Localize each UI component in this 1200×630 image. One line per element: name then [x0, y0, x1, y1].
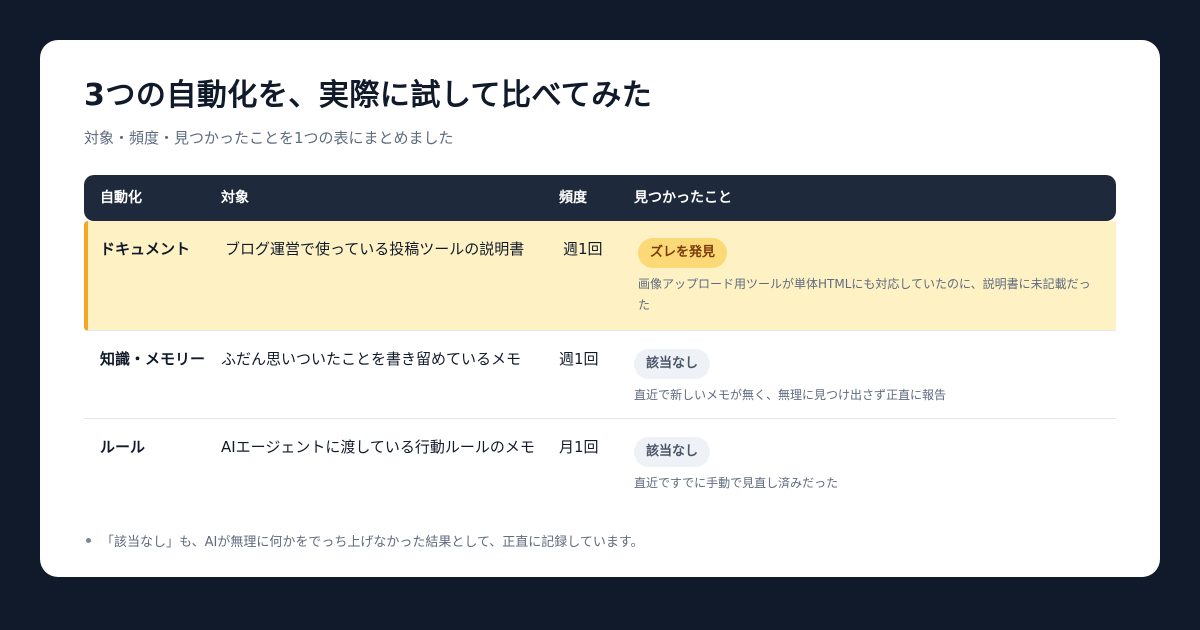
row-target: ブログ運営で使っている投稿ツールの説明書 — [225, 240, 525, 258]
row-automation-name: ドキュメント — [100, 240, 191, 258]
row-frequency: 週1回 — [559, 350, 599, 368]
table-row: ルール AIエージェントに渡している行動ルールのメモ 月1回 該当なし 直近です… — [84, 419, 1116, 507]
page-title: 3つの自動化を、実際に試して比べてみた — [84, 78, 653, 113]
header-frequency: 頻度 — [559, 190, 587, 206]
row-note: 画像アップロード用ツールが単体HTMLにも対応していたのに、説明書に未記載だった — [638, 277, 1091, 312]
header-findings: 見つかったこと — [634, 190, 732, 206]
table-header: 自動化 対象 頻度 見つかったこと — [84, 175, 1116, 221]
header-automation: 自動化 — [100, 190, 142, 206]
footnote: 「該当なし」も、AIが無理に何かをでっち上げなかった結果として、正直に記録してい… — [84, 531, 1116, 550]
row-findings: 該当なし 直近で新しいメモが無く、無理に見つけ出さず正直に報告 — [634, 349, 1116, 406]
row-target: AIエージェントに渡している行動ルールのメモ — [221, 438, 535, 456]
row-target: ふだん思いついたことを書き留めているメモ — [221, 350, 522, 368]
row-frequency: 月1回 — [559, 438, 599, 456]
content-card: 3つの自動化を、実際に試して比べてみた 対象・頻度・見つかったことを1つの表にま… — [40, 40, 1160, 577]
row-frequency: 週1回 — [563, 240, 603, 258]
row-findings: 該当なし 直近ですでに手動で見直し済みだった — [634, 437, 1116, 494]
row-findings: ズレを発見 画像アップロード用ツールが単体HTMLにも対応していたのに、説明書に… — [638, 238, 1116, 316]
row-automation-name: ルール — [100, 438, 146, 456]
bullet-icon — [86, 538, 91, 543]
row-note: 直近ですでに手動で見直し済みだった — [634, 476, 839, 490]
status-badge: ズレを発見 — [638, 238, 728, 268]
header-target: 対象 — [221, 190, 249, 206]
status-badge: 該当なし — [634, 437, 711, 467]
footnote-text: 「該当なし」も、AIが無理に何かをでっち上げなかった結果として、正直に記録してい… — [101, 535, 644, 550]
comparison-table: 自動化 対象 頻度 見つかったこと ドキュメント ブログ運営で使っている投稿ツー… — [84, 175, 1116, 507]
page-subtitle: 対象・頻度・見つかったことを1つの表にまとめました — [84, 129, 454, 147]
table-row: ドキュメント ブログ運営で使っている投稿ツールの説明書 週1回 ズレを発見 画像… — [84, 221, 1116, 331]
row-note: 直近で新しいメモが無く、無理に見つけ出さず正直に報告 — [634, 388, 947, 402]
status-badge: 該当なし — [634, 349, 711, 379]
row-automation-name: 知識・メモリー — [100, 350, 206, 368]
table-row: 知識・メモリー ふだん思いついたことを書き留めているメモ 週1回 該当なし 直近… — [84, 331, 1116, 419]
